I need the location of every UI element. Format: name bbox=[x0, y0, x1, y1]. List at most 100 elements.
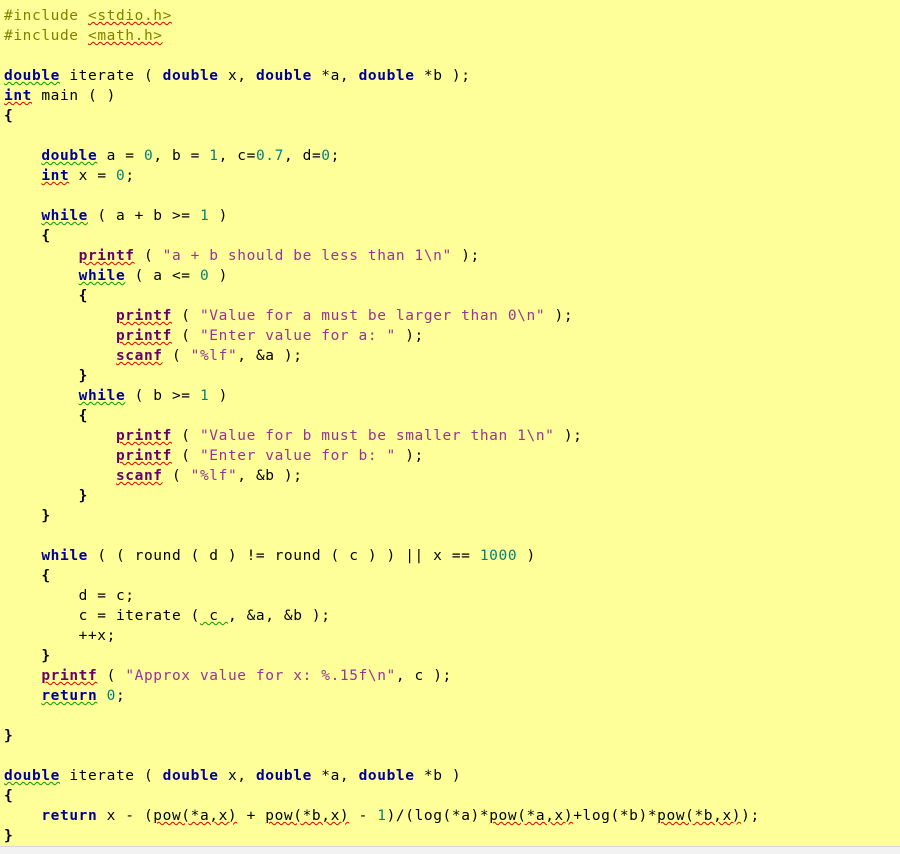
number: 1 bbox=[199, 208, 210, 224]
semicolon: ; bbox=[125, 168, 135, 184]
code-line[interactable]: printf ( "Value for a must be larger tha… bbox=[0, 306, 900, 326]
brace-open: { bbox=[78, 288, 88, 304]
keyword-double: double bbox=[4, 68, 60, 84]
code-line[interactable]: } bbox=[0, 486, 900, 506]
number: 1000 bbox=[479, 548, 518, 564]
code-line[interactable]: ++x; bbox=[0, 626, 900, 646]
brace-close: } bbox=[78, 488, 88, 504]
code-line[interactable]: printf ( "Value for b must be smaller th… bbox=[0, 426, 900, 446]
code-line[interactable]: { bbox=[0, 286, 900, 306]
param-a: *a, bbox=[311, 68, 359, 84]
condition: ( a <= bbox=[125, 268, 200, 284]
code-line[interactable]: scanf ( "%lf", &b ); bbox=[0, 466, 900, 486]
assign-d: d = c; bbox=[4, 588, 135, 604]
function-printf: printf bbox=[115, 308, 172, 324]
code-line[interactable]: { bbox=[0, 566, 900, 586]
arg-c: , c ); bbox=[395, 668, 452, 684]
brace-close: } bbox=[41, 648, 51, 664]
arg-addr-a: , &a ); bbox=[237, 348, 303, 364]
code-line[interactable]: { bbox=[0, 786, 900, 806]
keyword-double: double bbox=[4, 768, 60, 784]
decl-b: , b = bbox=[153, 148, 210, 164]
call-pow-b: pow(*b,x) bbox=[265, 808, 350, 824]
paren-open: ( bbox=[171, 328, 200, 344]
code-line[interactable]: #include <stdio.h> bbox=[0, 6, 900, 26]
string-literal: "Value for a must be larger than 0\n" bbox=[199, 308, 546, 324]
keyword-while: while bbox=[41, 208, 88, 224]
code-line[interactable]: c = iterate ( c , &a, &b ); bbox=[0, 606, 900, 626]
code-line[interactable]: return 0; bbox=[0, 686, 900, 706]
call-pow-a: pow(*a,x) bbox=[153, 808, 238, 824]
brace-close: } bbox=[41, 508, 51, 524]
semicolon: ; bbox=[116, 688, 126, 704]
decl-d: , d= bbox=[283, 148, 322, 164]
code-line[interactable]: } bbox=[0, 646, 900, 666]
code-line[interactable]: { bbox=[0, 226, 900, 246]
function-printf: printf bbox=[115, 328, 172, 344]
code-line[interactable]: d = c; bbox=[0, 586, 900, 606]
semicolon: ; bbox=[330, 148, 340, 164]
code-line[interactable]: printf ( "Enter value for a: " ); bbox=[0, 326, 900, 346]
code-line[interactable]: int main ( ) bbox=[0, 86, 900, 106]
number: 1 bbox=[377, 808, 387, 824]
code-line[interactable]: printf ( "a + b should be less than 1\n"… bbox=[0, 246, 900, 266]
brace-open: { bbox=[4, 788, 14, 804]
code-line[interactable]: double a = 0, b = 1, c=0.7, d=0; bbox=[0, 146, 900, 166]
expr-end: ); bbox=[741, 808, 760, 824]
preprocessor-directive: #include bbox=[4, 8, 79, 24]
paren-close: ) bbox=[209, 268, 228, 284]
decl-a: a = bbox=[97, 148, 144, 164]
paren-close: ) bbox=[517, 548, 536, 564]
paren-open: ( bbox=[171, 428, 200, 444]
code-line[interactable]: return x - (pow(*a,x) + pow(*b,x) - 1)/(… bbox=[0, 806, 900, 826]
plus: + bbox=[237, 808, 266, 824]
args-rest: , &a, &b ); bbox=[227, 608, 331, 624]
code-line[interactable]: } bbox=[0, 366, 900, 386]
code-line[interactable]: } bbox=[0, 826, 900, 846]
code-line[interactable]: double iterate ( double x, double *a, do… bbox=[0, 66, 900, 86]
code-line[interactable]: while ( ( round ( d ) != round ( c ) ) |… bbox=[0, 546, 900, 566]
function-printf: printf bbox=[115, 448, 172, 464]
code-line[interactable]: while ( a + b >= 1 ) bbox=[0, 206, 900, 226]
param-x: x, bbox=[218, 768, 256, 784]
code-line[interactable]: { bbox=[0, 406, 900, 426]
paren-close: ); bbox=[451, 248, 480, 264]
keyword-double: double bbox=[255, 68, 312, 84]
paren-close: ); bbox=[395, 448, 424, 464]
code-line[interactable]: scanf ( "%lf", &a ); bbox=[0, 346, 900, 366]
code-line[interactable]: while ( b >= 1 ) bbox=[0, 386, 900, 406]
denominator-start: )/(log(*a)* bbox=[386, 808, 490, 824]
code-editor-pane[interactable]: #include <stdio.h> #include <math.h> dou… bbox=[0, 0, 900, 846]
code-line[interactable]: printf ( "Enter value for b: " ); bbox=[0, 446, 900, 466]
code-line[interactable]: } bbox=[0, 506, 900, 526]
number: 0 bbox=[321, 148, 331, 164]
code-line[interactable]: double iterate ( double x, double *a, do… bbox=[0, 766, 900, 786]
function-printf: printf bbox=[115, 428, 172, 444]
function-printf: printf bbox=[78, 248, 135, 264]
status-strip bbox=[0, 846, 900, 854]
brace-open: { bbox=[41, 568, 51, 584]
identifier-main: main bbox=[41, 88, 79, 104]
code-line[interactable]: printf ( "Approx value for x: %.15f\n", … bbox=[0, 666, 900, 686]
code-line[interactable]: while ( a <= 0 ) bbox=[0, 266, 900, 286]
code-line[interactable]: { bbox=[0, 106, 900, 126]
code-line[interactable]: #include <math.h> bbox=[0, 26, 900, 46]
code-line[interactable]: int x = 0; bbox=[0, 166, 900, 186]
string-literal: "Value for b must be smaller than 1\n" bbox=[199, 428, 555, 444]
code-line[interactable]: } bbox=[0, 726, 900, 746]
number: 0 bbox=[115, 168, 126, 184]
